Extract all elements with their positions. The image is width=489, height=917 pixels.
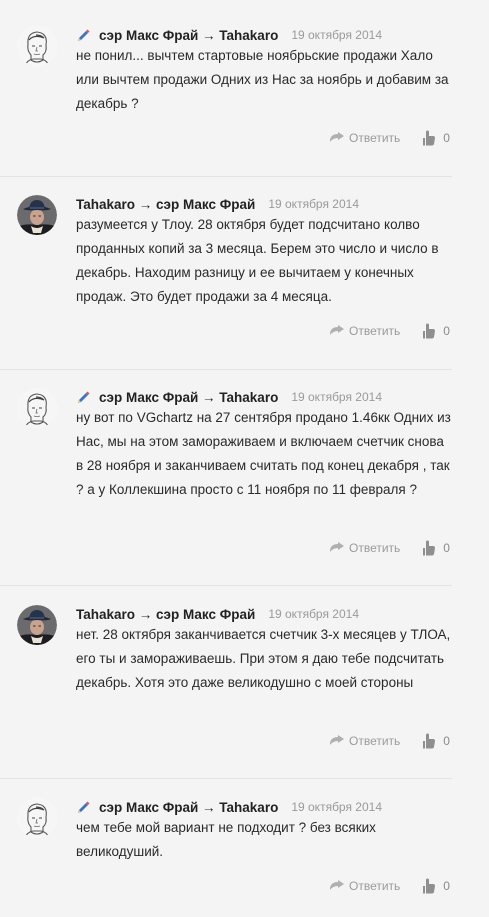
avatar[interactable]: [17, 26, 57, 66]
hat-photo-avatar: [17, 195, 57, 235]
avatar[interactable]: [17, 195, 57, 235]
comment-item: Tahakaro → сэр Макс Фрай 19 октября 2014…: [0, 605, 460, 765]
comment-date[interactable]: 19 октября 2014: [291, 800, 382, 814]
reply-label: Ответить: [349, 734, 401, 748]
comment-item: сэр Макс Фрай → Tahakaro 19 октября 2014…: [0, 388, 460, 568]
thumbs-up-icon[interactable]: [422, 323, 436, 339]
reply-arrow-icon: [329, 325, 345, 337]
pencil-icon: [76, 390, 91, 405]
thumbs-up-icon[interactable]: [422, 130, 436, 146]
avatar[interactable]: [17, 798, 57, 838]
comment-date[interactable]: 19 октября 2014: [291, 28, 382, 42]
reply-arrow-icon: [329, 880, 345, 892]
sketch-portrait-avatar: [17, 26, 57, 66]
comment-text: ну вот по VGchartz на 27 сентября продан…: [76, 410, 451, 497]
like-count: 0: [443, 324, 450, 338]
comment-divider: [0, 778, 452, 779]
reply-label: Ответить: [349, 131, 401, 145]
comment-text: чем тебе мой вариант не подходит ? без в…: [76, 820, 376, 859]
reply-button[interactable]: Ответить: [329, 541, 400, 555]
comment-divider: [0, 176, 452, 177]
comment-author[interactable]: сэр Макс Фрай → Tahakaro: [99, 28, 278, 43]
thumbs-up-icon[interactable]: [422, 540, 436, 556]
sketch-portrait-avatar: [17, 798, 57, 838]
reply-button[interactable]: Ответить: [329, 324, 400, 338]
like-count: 0: [443, 734, 450, 748]
reply-arrow-icon: [329, 132, 345, 144]
comment-header: Tahakaro → сэр Макс Фрай 19 октября 2014: [76, 605, 359, 623]
comment-divider: [0, 585, 452, 586]
like-count: 0: [443, 541, 450, 555]
reply-button[interactable]: Ответить: [329, 879, 400, 893]
pencil-icon: [76, 28, 91, 43]
comment-divider: [0, 369, 452, 370]
reply-label: Ответить: [349, 541, 401, 555]
comment-actions: Ответить 0: [329, 322, 450, 340]
reply-arrow-icon: [329, 542, 345, 554]
comment-date[interactable]: 19 октября 2014: [268, 607, 359, 621]
reply-label: Ответить: [349, 324, 401, 338]
comment-header: Tahakaro → сэр Макс Фрай 19 октября 2014: [76, 195, 359, 213]
reply-button[interactable]: Ответить: [329, 734, 400, 748]
hat-photo-avatar: [17, 605, 57, 645]
comment-author[interactable]: Tahakaro → сэр Макс Фрай: [76, 607, 255, 622]
reply-label: Ответить: [349, 879, 401, 893]
pencil-icon: [76, 800, 91, 815]
comment-header: сэр Макс Фрай → Tahakaro 19 октября 2014: [76, 798, 382, 816]
sketch-portrait-avatar: [17, 388, 57, 428]
comment-thread: сэр Макс Фрай → Tahakaro 19 октября 2014…: [0, 0, 489, 917]
avatar[interactable]: [17, 388, 57, 428]
thumbs-up-icon[interactable]: [422, 878, 436, 894]
thumbs-up-icon[interactable]: [422, 733, 436, 749]
reply-button[interactable]: Ответить: [329, 131, 400, 145]
comment-actions: Ответить 0: [329, 877, 450, 895]
comment-item: сэр Макс Фрай → Tahakaro 19 октября 2014…: [0, 798, 460, 908]
comment-header: сэр Макс Фрай → Tahakaro 19 октября 2014: [76, 26, 382, 44]
comment-date[interactable]: 19 октября 2014: [268, 197, 359, 211]
comment-actions: Ответить 0: [329, 539, 450, 557]
comment-item: Tahakaro → сэр Макс Фрай 19 октября 2014…: [0, 195, 460, 355]
like-count: 0: [443, 131, 450, 145]
comment-text: не понил... вычтем стартовые ноябрьские …: [76, 48, 449, 111]
comment-text: разумеется у Тлоу. 28 октября будет подс…: [76, 217, 439, 304]
comment-author[interactable]: Tahakaro → сэр Макс Фрай: [76, 197, 255, 212]
comment-date[interactable]: 19 октября 2014: [291, 390, 382, 404]
like-count: 0: [443, 879, 450, 893]
comment-author[interactable]: сэр Макс Фрай → Tahakaro: [99, 800, 278, 815]
comment-header: сэр Макс Фрай → Tahakaro 19 октября 2014: [76, 388, 382, 406]
comment-author[interactable]: сэр Макс Фрай → Tahakaro: [99, 390, 278, 405]
comment-text: нет. 28 октября заканчивается счетчик 3-…: [76, 627, 451, 690]
avatar[interactable]: [17, 605, 57, 645]
reply-arrow-icon: [329, 735, 345, 747]
comment-actions: Ответить 0: [329, 129, 450, 147]
comment-actions: Ответить 0: [329, 732, 450, 750]
comment-item: сэр Макс Фрай → Tahakaro 19 октября 2014…: [0, 26, 460, 156]
